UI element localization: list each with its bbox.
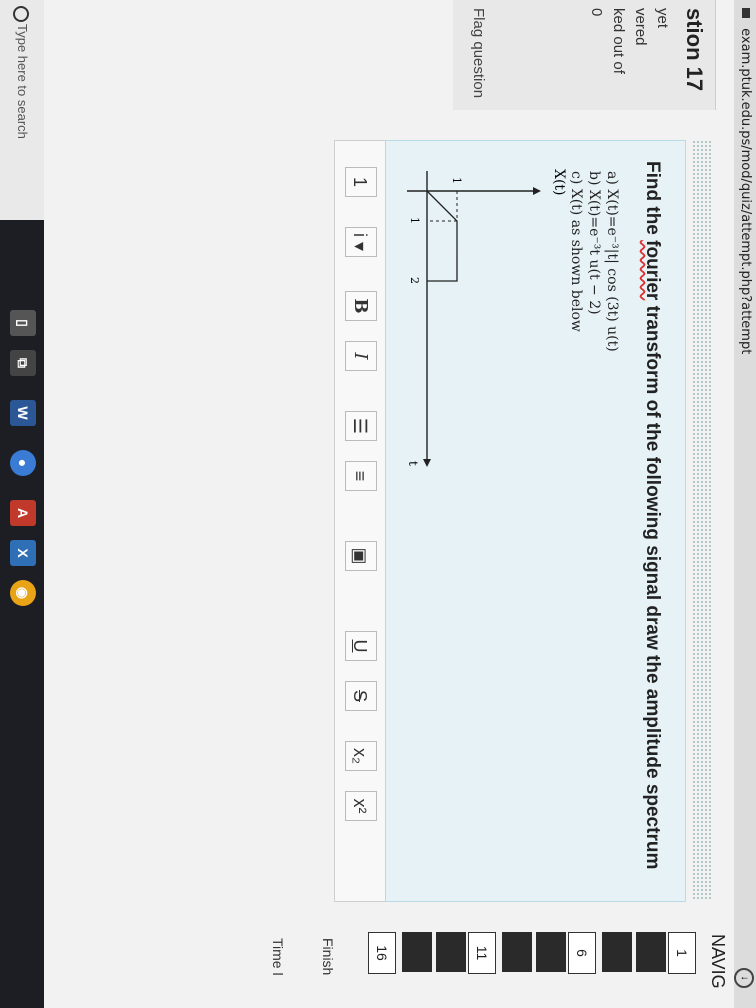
nav-question-block[interactable]	[536, 932, 566, 972]
axis-t-label: t	[406, 461, 420, 466]
navigation-title: NAVIG	[708, 934, 728, 989]
tick-x-1: 1	[408, 217, 421, 224]
bullet-list-button[interactable]: ☰	[345, 411, 377, 441]
signal-diagram: 1 1 2 t	[406, 171, 541, 467]
signal-label: X(t)	[551, 169, 567, 196]
download-icon[interactable]: ↓	[734, 968, 754, 988]
chrome-icon[interactable]: ◉	[10, 580, 36, 606]
underline-button[interactable]: U	[345, 631, 377, 661]
y-axis-arrow	[533, 187, 541, 195]
numbered-list-button[interactable]: ≡	[345, 461, 377, 491]
url-text: exam.ptuk.edu.ps/mod/quiz/attempt.php?at…	[738, 28, 753, 355]
task-view-icon[interactable]: ⧉	[10, 350, 36, 376]
address-bar[interactable]: exam.ptuk.edu.ps/mod/quiz/attempt.php?at…	[734, 0, 756, 1008]
nav-question-block[interactable]	[636, 932, 666, 972]
question-text-area: Find the fourier transform of the follow…	[384, 140, 686, 902]
taskbar-search[interactable]: Type here to search	[0, 0, 44, 220]
acrobat-icon[interactable]: A	[10, 500, 36, 526]
flag-question-link[interactable]: Flag question	[470, 8, 487, 98]
question-status: yet	[654, 8, 671, 29]
lock-icon	[742, 8, 750, 18]
toolbar-toggle-button[interactable]: 1	[345, 167, 377, 197]
visual-studio-icon[interactable]: X	[10, 540, 36, 566]
search-icon	[13, 6, 29, 22]
question-marks: 0	[588, 8, 605, 17]
part-b: b) X(t)=e⁻³t u(t − 2)	[586, 171, 602, 315]
time-left-label: Time l	[270, 938, 286, 976]
question-answered: vered	[632, 8, 649, 46]
nav-question-16[interactable]: 16	[368, 932, 396, 974]
windows-taskbar: Type here to search ▯ ⧉ W ● A X ◉	[0, 0, 44, 1008]
nav-question-block[interactable]	[402, 932, 432, 972]
insert-image-button[interactable]: ▣	[345, 541, 377, 571]
part-c: c) X(t) as shown below	[568, 171, 584, 332]
browser-screen: exam.ptuk.edu.ps/mod/quiz/attempt.php?at…	[0, 0, 756, 1008]
finish-attempt-link[interactable]: Finish	[320, 938, 336, 975]
question-info-box: stion 17 yet vered ked out of 0 Flag que…	[453, 0, 716, 110]
question-number: stion 17	[682, 8, 707, 92]
title-part-pre: Find the	[642, 161, 663, 241]
bold-button[interactable]: B	[345, 291, 377, 321]
tick-y-1: 1	[450, 177, 463, 184]
question-title: Find the fourier transform of the follow…	[641, 161, 663, 869]
progress-strip	[692, 140, 712, 900]
strikethrough-button[interactable]: S	[345, 681, 377, 711]
nav-question-block[interactable]	[502, 932, 532, 972]
italic-button[interactable]: I	[345, 341, 377, 371]
subscript-button[interactable]: x₂	[345, 741, 377, 771]
mic-icon[interactable]: ▯	[10, 310, 36, 336]
taskbar-search-placeholder: Type here to search	[15, 24, 30, 139]
nav-question-6[interactable]: 6	[568, 932, 596, 974]
x-axis-arrow	[423, 459, 431, 467]
title-part-post: transform of the following signal draw t…	[642, 300, 663, 870]
nav-question-11[interactable]: 11	[468, 932, 496, 974]
nav-question-block[interactable]	[602, 932, 632, 972]
question-info-panel: stion 17 yet vered ked out of 0 Flag que…	[386, 0, 716, 110]
title-word-fourier: fourier	[642, 240, 663, 301]
nav-question-1[interactable]: 1	[668, 932, 696, 974]
signal-curve	[426, 190, 458, 282]
nav-question-block[interactable]	[436, 932, 466, 972]
tick-x-2: 2	[408, 277, 421, 284]
editor-toolbar: 1 i ▾ B I ☰ ≡ ▣ U S x₂ x²	[334, 140, 386, 902]
question-marked: ked out of	[610, 8, 627, 74]
part-a: a) X(t)=e⁻³|t| cos (3t) u(t)	[604, 171, 620, 352]
browser-icon[interactable]: ●	[10, 450, 36, 476]
quiz-navigation-panel: NAVIG 1 6 11 16 Finish Time l	[96, 930, 736, 1008]
info-dropdown-button[interactable]: i ▾	[345, 227, 377, 257]
question-parts: a) X(t)=e⁻³|t| cos (3t) u(t) b) X(t)=e⁻³…	[567, 171, 621, 352]
superscript-button[interactable]: x²	[345, 791, 377, 821]
word-icon[interactable]: W	[10, 400, 36, 426]
